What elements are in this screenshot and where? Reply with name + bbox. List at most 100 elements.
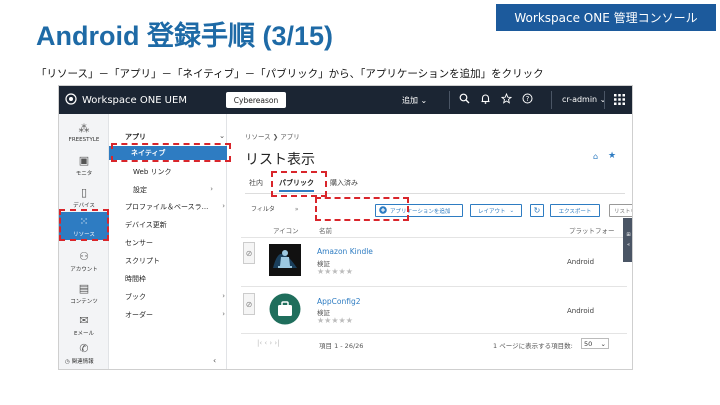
nav-item-devices[interactable]: ▯ デバイス [59,186,109,209]
plus-circle-icon [379,205,387,216]
subnav-script[interactable]: スクリプト [125,256,225,266]
subnav-weblink[interactable]: Web リンク [133,167,213,177]
uem-screenshot: Workspace ONE UEM Cybereason 追加 ⌄ ? cr-a… [58,85,633,370]
subnav-native[interactable]: ネイティブ [109,146,227,160]
freestyle-icon: ⁂ [78,122,90,135]
subnav-device-update[interactable]: デバイス更新 [125,220,225,230]
subnav-apps[interactable]: アプリ ⌄ [125,132,225,142]
tab-purchased[interactable]: 購入済み [330,178,358,192]
kindle-app-icon [269,244,301,276]
per-page-select[interactable]: 50 ⌄ [581,338,609,349]
chevron-right-icon: › [222,310,225,318]
admin-menu[interactable]: cr-admin ⌄ [562,95,606,104]
export-button[interactable]: エクスポート [550,204,600,217]
bell-icon[interactable] [480,93,491,107]
chevron-down-icon: ⌄ [600,339,606,348]
subnav-settings[interactable]: 設定 › [133,185,213,195]
email-icon: ✉ [79,314,89,327]
chevron-up-icon: ⌄ [219,132,225,140]
list-search-input[interactable]: リストを検索 [609,204,632,217]
tab-internal[interactable]: 社内 [249,178,263,192]
app-name-link[interactable]: Amazon Kindle [317,247,373,256]
phone-icon[interactable]: ✆ [59,342,109,355]
column-header-name[interactable]: 名前 [319,225,332,235]
tab-bar: 社内 パブリック 購入済み [249,178,358,192]
nav-item-freestyle[interactable]: ⁂ FREESTYLE [59,122,109,144]
breadcrumb-apps[interactable]: アプリ [280,133,300,141]
top-bar: Workspace ONE UEM Cybereason 追加 ⌄ ? cr-a… [59,86,632,114]
row-divider [241,333,627,334]
add-application-button[interactable]: アプリケーションを追加 [375,204,463,217]
refresh-button[interactable]: ↻ [530,204,544,217]
chevron-right-icon: › [222,202,225,210]
nav-item-email[interactable]: ✉ Eメール [59,314,109,337]
expand-icon: » [294,206,299,213]
star-icon[interactable] [500,92,513,107]
panel-icon: ⊞ [626,232,631,238]
appconfig-app-icon [269,293,301,325]
subnav-timer[interactable]: 時間枠 [125,274,225,284]
breadcrumb-resources[interactable]: リソース [245,133,271,141]
header-divider [241,237,627,238]
chevron-right-icon: › [210,185,213,193]
main-content: リソース ❯ アプリ リスト表示 ⌂ ★ 社内 パブリック 購入済み フィルタ»… [227,114,632,369]
subnav-order[interactable]: オーダー › [125,310,225,320]
resources-subnav: アプリ ⌄ ネイティブ Web リンク 設定 › プロファイル＆ベースラ... › デ… [109,114,227,369]
subnav-book[interactable]: ブック › [125,292,225,302]
collapse-nav-icon[interactable]: ‹ [213,356,216,365]
subnav-profiles[interactable]: プロファイル＆ベースラ... › [125,202,225,212]
layout-button[interactable]: レイアウト ⌄ [470,204,522,217]
device-icon: ▯ [80,186,88,199]
svg-text:?: ? [526,95,530,103]
org-selector[interactable]: Cybereason [226,92,286,108]
app-platform: Android [567,258,595,266]
app-name-link[interactable]: AppConfig2 [317,297,361,306]
subnav-sensor[interactable]: センサー [125,238,225,248]
console-badge: Workspace ONE 管理コンソール [496,4,716,31]
brand[interactable]: Workspace ONE UEM [65,93,187,108]
slide: Android 登録手順 (3/15) Workspace ONE 管理コンソー… [0,0,720,405]
topbar-divider [449,91,450,109]
per-page-label: 1 ページに表示する項目数: [493,342,573,350]
topbar-divider [604,91,605,109]
add-menu[interactable]: 追加 ⌄ [402,95,427,106]
nav-item-monitor[interactable]: ▣ モニタ [59,154,109,177]
pager-arrows[interactable]: |‹ ‹ › ›| [257,339,280,347]
row-select-toggle[interactable]: ⊘ [243,293,255,315]
nav-item-resources[interactable]: ⁙ リソース [59,212,109,240]
side-panel-toggle[interactable]: ⊞ « [623,218,632,262]
topbar-icons: ? [459,92,533,107]
tab-divider [245,193,625,194]
app-launcher-icon[interactable] [614,94,625,108]
chevron-right-icon: › [222,292,225,300]
help-icon[interactable]: ? [522,93,533,107]
nav-item-accounts[interactable]: ⚇ アカウント [59,250,109,273]
row-divider [241,286,627,287]
accounts-icon: ⚇ [79,250,89,263]
home-icon[interactable]: ⌂ [593,152,598,161]
chevron-down-icon: ⌄ [509,207,515,214]
row-select-toggle[interactable]: ⊘ [243,242,255,264]
breadcrumb: リソース ❯ アプリ [245,131,300,141]
pagination-count: 項目 1 - 26/26 [319,342,364,350]
monitor-icon: ▣ [78,154,90,167]
resources-icon: ⁙ [79,215,89,228]
rating-stars-icon: ★★★★★ [317,316,353,325]
tab-public[interactable]: パブリック [279,178,314,192]
rating-stars-icon: ★★★★★ [317,267,353,276]
filter-label[interactable]: フィルタ» [251,204,299,217]
main-nav: ⁂ FREESTYLE ▣ モニタ ▯ デバイス ⁙ リソース ⚇ アカウント ▤ コンテン… [59,114,109,369]
search-icon[interactable] [459,93,470,107]
clock-icon: ◷ [65,359,70,365]
column-header-icon: アイコン [273,227,299,235]
help-link[interactable]: ◷ 関連情報 [65,357,94,365]
content-icon: ▤ [78,282,90,295]
brand-name: Workspace ONE UEM [82,95,187,106]
page-title: リスト表示 [245,152,315,168]
column-header-platform[interactable]: プラットフォー [569,225,615,235]
favorite-star-icon[interactable]: ★ [608,151,616,161]
refresh-icon: ↻ [533,206,541,215]
topbar-divider [551,91,552,109]
logo-icon [65,93,77,108]
nav-item-content[interactable]: ▤ コンテンツ [59,282,109,305]
